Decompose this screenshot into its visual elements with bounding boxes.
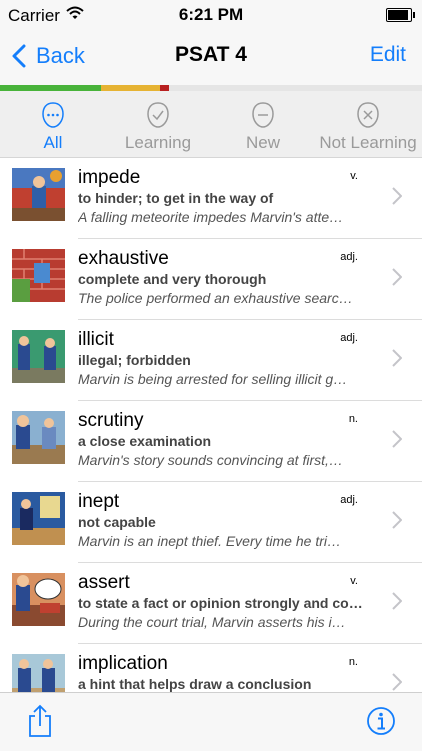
word-title: inept <box>78 491 120 512</box>
part-of-speech: adj. <box>340 494 358 506</box>
part-of-speech: n. <box>348 656 358 668</box>
word-definition: to state a fact or opinion strongly and … <box>78 595 363 611</box>
word-title: impede <box>78 167 141 188</box>
word-illustration <box>12 654 65 692</box>
word-row[interactable]: illicit adj. illegal; forbidden Marvin i… <box>0 320 422 401</box>
tab-new-label: New <box>245 133 280 152</box>
word-example: A falling meteorite impedes Marvin's att… <box>78 209 344 225</box>
word-illustration <box>12 573 65 626</box>
battery-icon <box>386 8 415 22</box>
share-icon <box>29 704 51 737</box>
bottom-toolbar <box>0 692 422 751</box>
word-definition: illegal; forbidden <box>78 352 191 368</box>
word-row[interactable]: inept adj. not capable Marvin is an inep… <box>0 482 422 563</box>
chevron-right-icon <box>392 511 402 529</box>
x-face-icon <box>357 102 379 128</box>
chevron-right-icon <box>392 268 402 286</box>
word-illustration <box>12 492 65 545</box>
word-illustration <box>12 330 65 383</box>
word-illustration <box>12 249 65 302</box>
tab-not-learning-label: Not Learning <box>319 133 417 152</box>
part-of-speech: n. <box>348 413 358 425</box>
word-row[interactable]: implication n. a hint that helps draw a … <box>0 644 422 692</box>
word-title: illicit <box>78 329 114 350</box>
word-definition: a close examination <box>78 433 212 449</box>
back-button[interactable]: Back <box>12 40 85 72</box>
tab-learning-label: Learning <box>124 133 192 152</box>
check-face-icon <box>147 102 169 128</box>
part-of-speech: v. <box>350 170 358 182</box>
part-of-speech: adj. <box>340 251 358 263</box>
tab-not-learning[interactable]: Not Learning <box>313 101 422 153</box>
word-title: assert <box>78 572 130 593</box>
word-row[interactable]: exhaustive adj. complete and very thorou… <box>0 239 422 320</box>
word-example: Marvin is an inept thief. Every time he … <box>78 533 341 549</box>
word-definition: not capable <box>78 514 156 530</box>
tab-all-label: All <box>43 133 63 152</box>
tab-all[interactable]: All <box>0 101 108 153</box>
word-title: implication <box>78 653 168 674</box>
tab-new[interactable]: New <box>208 101 318 153</box>
minus-face-icon <box>252 102 274 128</box>
word-illustration <box>12 168 65 221</box>
word-row[interactable]: assert v. to state a fact or opinion str… <box>0 563 422 644</box>
navigation-bar: Back PSAT 4 Edit <box>0 30 422 85</box>
ellipsis-face-icon <box>42 102 64 128</box>
part-of-speech: v. <box>350 575 358 587</box>
info-icon <box>367 707 395 735</box>
word-row[interactable]: impede v. to hinder; to get in the way o… <box>0 158 422 239</box>
word-definition: to hinder; to get in the way of <box>78 190 274 206</box>
edit-button[interactable]: Edit <box>370 43 406 67</box>
word-example: The police performed an exhaustive searc… <box>78 290 353 306</box>
chevron-right-icon <box>392 187 402 205</box>
status-bar: Carrier 6:21 PM <box>0 0 422 30</box>
clock: 6:21 PM <box>178 5 244 24</box>
word-illustration <box>12 411 65 464</box>
share-button[interactable] <box>28 704 52 743</box>
word-example: Marvin's story sounds convincing at firs… <box>78 452 343 468</box>
chevron-right-icon <box>392 673 402 691</box>
chevron-right-icon <box>392 430 402 448</box>
word-title: scrutiny <box>78 410 144 431</box>
word-list: impede v. to hinder; to get in the way o… <box>0 158 422 692</box>
word-title: exhaustive <box>78 248 169 269</box>
filter-bar: All Learning New Not Learning <box>0 91 422 158</box>
word-definition: a hint that helps draw a conclusion <box>78 676 312 692</box>
chevron-left-icon <box>12 44 26 68</box>
tab-learning[interactable]: Learning <box>103 101 213 153</box>
word-row[interactable]: scrutiny n. a close examination Marvin's… <box>0 401 422 482</box>
word-example: Marvin is being arrested for selling ill… <box>78 371 348 387</box>
chevron-right-icon <box>392 349 402 367</box>
back-label: Back <box>36 43 85 68</box>
word-example: During the court trial, Marvin asserts h… <box>78 614 346 630</box>
part-of-speech: adj. <box>340 332 358 344</box>
chevron-right-icon <box>392 592 402 610</box>
word-definition: complete and very thorough <box>78 271 267 287</box>
info-button[interactable] <box>366 706 396 741</box>
